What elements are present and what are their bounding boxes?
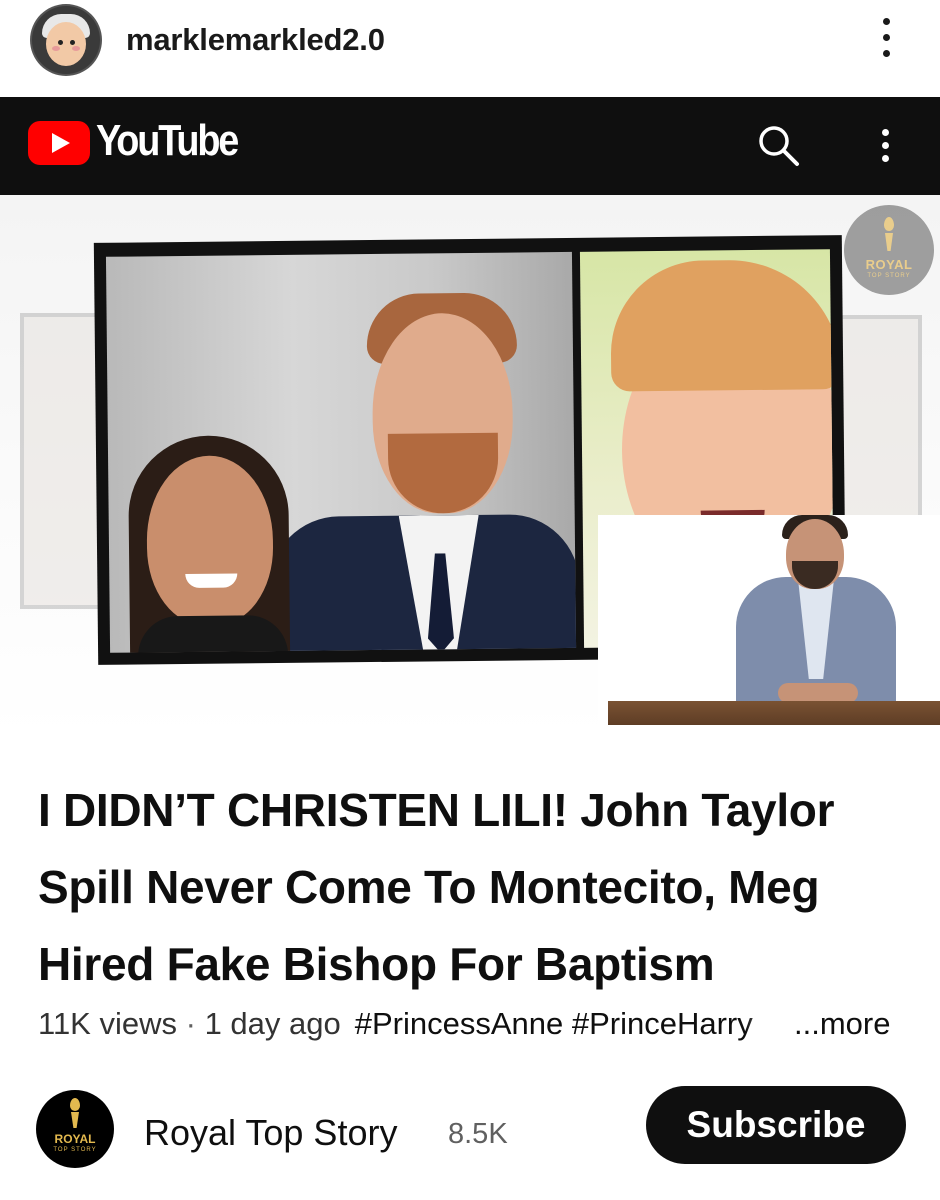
post-header: marklemarkled2.0 (0, 0, 940, 88)
watermark-label: ROYAL (865, 257, 913, 272)
youtube-logo-text[interactable]: YouTube (96, 116, 239, 166)
more-vertical-icon[interactable] (874, 16, 898, 60)
subscriber-count: 8.5K (448, 1118, 508, 1150)
watermark-sublabel: TOP STORY (867, 273, 911, 279)
youtube-play-icon[interactable] (28, 121, 90, 165)
couple-photo (105, 251, 577, 653)
subscribe-button[interactable]: Subscribe (646, 1086, 906, 1164)
video-title[interactable]: I DIDN’T CHRISTEN LILI! John Taylor Spil… (38, 772, 918, 1003)
more-vertical-icon[interactable] (874, 121, 898, 169)
video-thumbnail[interactable]: ROYAL TOP STORY (0, 195, 940, 740)
channel-watermark-logo: ROYAL TOP STORY (844, 205, 934, 295)
upload-age: 1 day ago (204, 1006, 341, 1041)
channel-avatar-label: ROYAL (54, 1132, 96, 1146)
show-more-link[interactable]: ...more (790, 1006, 891, 1042)
youtube-top-bar: YouTube (0, 97, 940, 195)
search-icon[interactable] (754, 121, 802, 169)
hashtags[interactable]: #PrincessAnne #PrinceHarry (355, 1006, 753, 1041)
channel-avatar[interactable]: ROYAL TOP STORY (36, 1090, 114, 1168)
poster-username[interactable]: marklemarkled2.0 (126, 22, 385, 58)
poster-avatar[interactable] (32, 6, 100, 74)
presenter-inset (598, 515, 940, 725)
channel-name[interactable]: Royal Top Story (144, 1112, 397, 1154)
view-count: 11K views (38, 1006, 177, 1041)
torch-icon (882, 217, 896, 251)
meta-separator: · (177, 1006, 205, 1041)
channel-avatar-sublabel: TOP STORY (53, 1147, 97, 1153)
torch-icon (68, 1098, 82, 1128)
metadata-fade (746, 1004, 786, 1048)
